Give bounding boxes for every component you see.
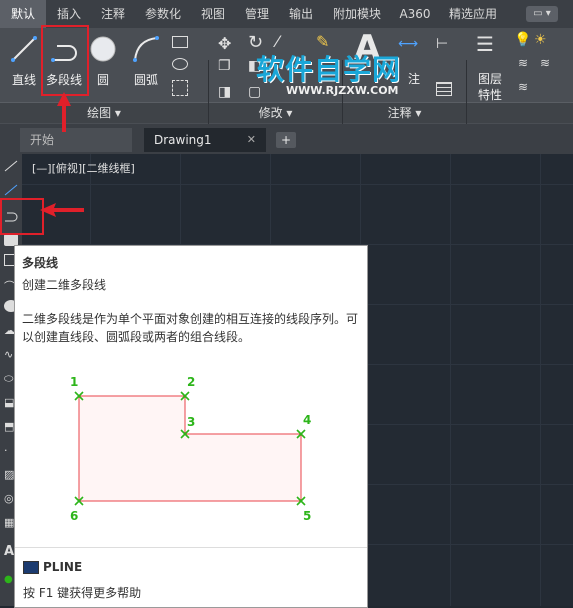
arc-label: 圆弧 — [133, 73, 158, 87]
layer-tool-icon[interactable]: ≋ — [518, 56, 528, 70]
layer-properties-icon[interactable]: ☰ — [476, 34, 498, 54]
chevron-down-icon: ▾ — [286, 106, 293, 120]
menu-insert[interactable]: 插入 — [50, 0, 88, 28]
leader-icon[interactable]: ⊢ — [436, 36, 448, 52]
polyline-diagram: 1 2 3 4 5 6 — [70, 375, 311, 523]
tab-start-label: 开始 — [30, 133, 55, 147]
chevron-down-icon: ▾ — [114, 106, 121, 120]
point-label-1: 1 — [70, 375, 78, 389]
menu-featured-apps[interactable]: 精选应用 — [442, 0, 504, 28]
rectangle-tool[interactable] — [172, 36, 188, 48]
boundary-tool[interactable] — [172, 80, 188, 96]
annotation-partial-label: 注 — [408, 72, 421, 86]
line-icon — [11, 36, 37, 62]
tooltip-subtitle: 创建二维多段线 — [22, 278, 107, 292]
circle-icon — [90, 36, 116, 62]
menu-view[interactable]: 视图 — [194, 0, 232, 28]
arc-icon — [133, 36, 159, 62]
copy-icon[interactable]: ❐ — [218, 58, 231, 74]
close-icon[interactable]: ✕ — [247, 128, 256, 152]
point-label-6: 6 — [70, 509, 78, 523]
layer-label-line1: 图层 — [478, 72, 503, 86]
layer-tool2-icon[interactable]: ≋ — [540, 56, 550, 70]
line-icon[interactable] — [4, 160, 18, 172]
arc-tool[interactable]: 圆弧 — [126, 32, 166, 92]
tooltip-footer: PLINE 按 F1 键获得更多帮助 — [15, 547, 367, 608]
arrow-left-icon — [40, 203, 84, 217]
stretch-icon[interactable]: ◨ — [218, 84, 231, 100]
tooltip-description: 二维多段线是作为单个平面对象创建的相互连接的线段序列。可以创建直线段、圆弧段或两… — [22, 312, 359, 344]
draw-panel-bar[interactable]: 绘图 ▾ — [0, 102, 208, 123]
command-name: PLINE — [43, 560, 83, 574]
polyline-tooltip: 多段线 创建二维多段线 二维多段线是作为单个平面对象创建的相互连接的线段序列。可… — [14, 245, 368, 608]
move-icon[interactable]: ✥ — [218, 34, 231, 53]
draw-panel-label: 绘图 — [87, 106, 112, 120]
point-label-2: 2 — [187, 375, 195, 389]
tab-drawing1-label: Drawing1 — [154, 133, 212, 147]
hatch-tool[interactable] — [172, 58, 188, 70]
menu-a360[interactable]: A360 — [394, 0, 436, 28]
layer-tool3-icon[interactable]: ≋ — [518, 80, 528, 94]
modify-panel-label: 修改 — [258, 106, 283, 120]
lightbulb-icon[interactable]: 💡 — [514, 32, 531, 48]
watermark-title: 软件自学网 — [256, 53, 402, 86]
ribbon-state-icon: ▭ — [533, 8, 543, 19]
construction-line-icon[interactable] — [4, 184, 18, 196]
point-label-4: 4 — [303, 413, 311, 427]
circle-tool[interactable]: 圆 — [86, 32, 120, 92]
annotation-panel-label: 注释 — [387, 106, 412, 120]
menu-output[interactable]: 输出 — [282, 0, 320, 28]
line-label: 直线 — [11, 73, 36, 87]
annotation-panel-bar[interactable]: 注释 ▾ — [343, 102, 466, 123]
layer-label-line2: 特性 — [478, 88, 503, 102]
tab-start[interactable]: 开始 — [20, 128, 132, 152]
chevron-down-icon: ▾ — [415, 106, 422, 120]
viewport-label[interactable]: [—][俯视][二维线框] — [32, 160, 135, 176]
menu-annotate[interactable]: 注释 — [94, 0, 132, 28]
menu-manage[interactable]: 管理 — [238, 0, 276, 28]
watermark-url: WWW.RJZXW.COM — [286, 84, 399, 97]
menu-addons[interactable]: 附加模块 — [326, 0, 388, 28]
left-polyline-highlight-box — [0, 198, 44, 235]
menu-default[interactable]: 默认 — [0, 0, 46, 28]
point-label-5: 5 — [303, 509, 311, 523]
add-tab-button[interactable]: + — [276, 132, 296, 148]
modify-panel-bar[interactable]: 修改 ▾ — [209, 102, 342, 123]
menu-parametric[interactable]: 参数化 — [138, 0, 188, 28]
line-tool[interactable]: 直线 — [6, 32, 42, 92]
sun-icon[interactable]: ☀ — [534, 32, 547, 48]
help-hint: 按 F1 键获得更多帮助 — [23, 586, 142, 600]
polyline-highlight-box — [41, 25, 89, 96]
file-tabs: 开始 Drawing1 ✕ + — [0, 124, 573, 154]
point-label-3: 3 — [187, 415, 195, 429]
ribbon-state-button[interactable]: ▭ ▾ — [526, 6, 558, 22]
layer-panel-bar[interactable] — [467, 102, 573, 123]
tooltip-title: 多段线 — [22, 256, 59, 270]
circle-label: 圆 — [96, 73, 109, 87]
arrow-up-icon — [57, 92, 71, 132]
table-icon[interactable] — [436, 82, 452, 96]
command-icon — [23, 561, 39, 574]
tab-drawing1[interactable]: Drawing1 ✕ — [144, 128, 266, 152]
